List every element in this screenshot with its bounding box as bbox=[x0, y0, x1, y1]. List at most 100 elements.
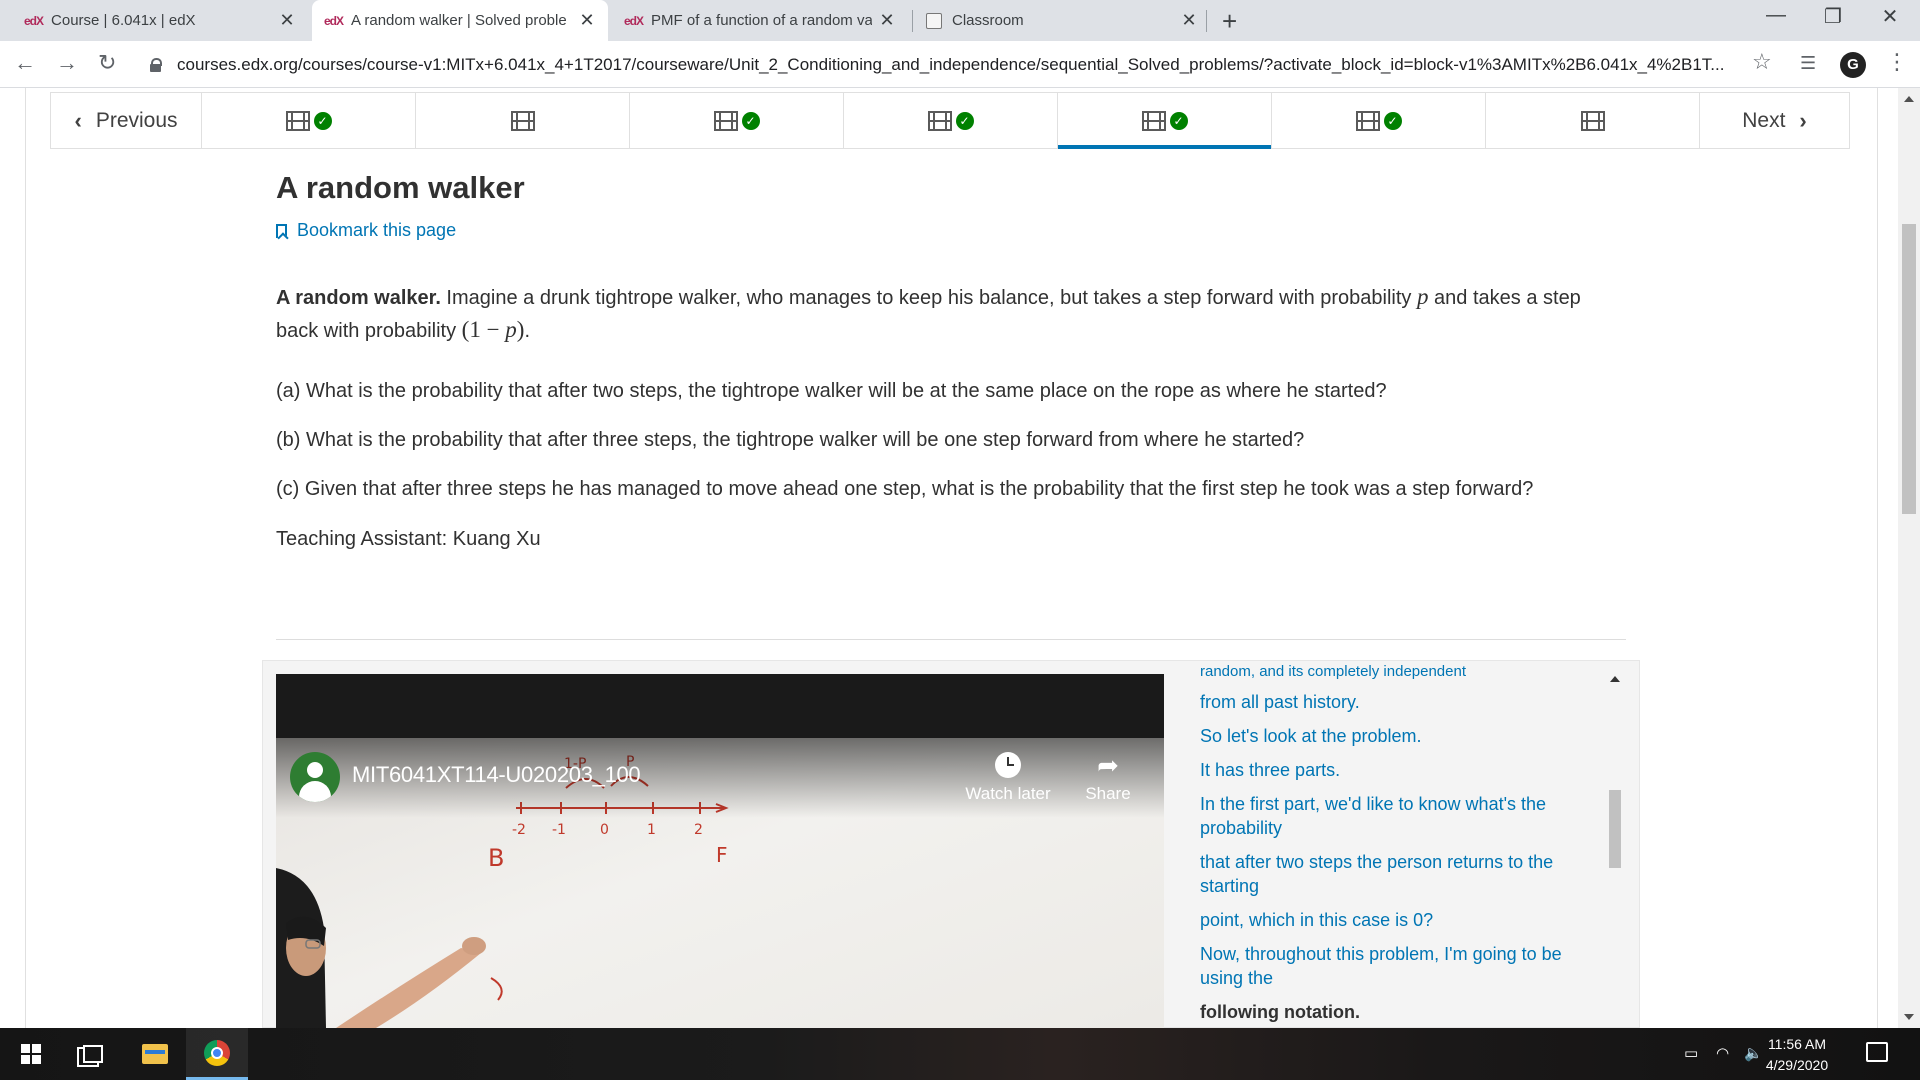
video-icon bbox=[1580, 110, 1605, 131]
video-icon bbox=[1355, 110, 1380, 131]
intro-text: . bbox=[524, 320, 531, 342]
menu-kebab-icon[interactable]: ⋮ bbox=[1886, 49, 1908, 75]
sequence-item-6[interactable]: ✓ bbox=[1271, 93, 1485, 148]
windows-logo-icon bbox=[21, 1044, 41, 1064]
transcript-line[interactable]: point, which in this case is 0? bbox=[1200, 908, 1592, 932]
transcript-line[interactable]: that after two steps the person returns … bbox=[1200, 850, 1592, 898]
next-label: Next bbox=[1742, 108, 1786, 132]
close-window-icon[interactable]: ✕ bbox=[1860, 4, 1920, 29]
clock-date: 4/29/2020 bbox=[1765, 1057, 1829, 1073]
math-one-minus-p: (1 − p) bbox=[461, 317, 525, 342]
question-a: (a) What is the probability that after t… bbox=[276, 380, 1387, 402]
edx-favicon: edX bbox=[324, 13, 344, 28]
transcript-line[interactable]: It has three parts. bbox=[1200, 758, 1592, 782]
transcript-scrollbar[interactable] bbox=[1606, 672, 1624, 1026]
transcript-line[interactable]: So let's look at the problem. bbox=[1200, 724, 1592, 748]
transcript-line[interactable]: Now, throughout this problem, I'm going … bbox=[1200, 942, 1592, 990]
sequence-item-3[interactable]: ✓ bbox=[629, 93, 843, 148]
extension-icon[interactable]: G bbox=[1840, 52, 1866, 78]
scrollbar-thumb[interactable] bbox=[1609, 790, 1621, 868]
task-view-button[interactable] bbox=[62, 1028, 124, 1080]
sequence-item-4[interactable]: ✓ bbox=[843, 93, 1057, 148]
scroll-down-icon[interactable] bbox=[1904, 1014, 1914, 1020]
clock-icon bbox=[995, 752, 1021, 778]
question-c: (c) Given that after three steps he has … bbox=[276, 478, 1534, 500]
tab-title: Course | 6.041x | edX bbox=[51, 12, 196, 29]
sequence-item-5-active[interactable]: ✓ bbox=[1057, 93, 1271, 149]
channel-avatar[interactable] bbox=[290, 752, 340, 802]
sequence-item-7[interactable] bbox=[1485, 93, 1699, 148]
video-icon bbox=[285, 110, 310, 131]
classroom-icon bbox=[926, 12, 942, 29]
task-view-icon bbox=[83, 1045, 103, 1063]
edx-favicon: edX bbox=[624, 13, 644, 28]
close-tab-icon[interactable]: ✕ bbox=[878, 10, 896, 31]
restore-icon[interactable]: ❐ bbox=[1803, 4, 1863, 29]
close-tab-icon[interactable]: ✕ bbox=[278, 10, 296, 31]
svg-text:1: 1 bbox=[647, 822, 656, 838]
forward-arrow-icon[interactable]: → bbox=[56, 50, 78, 76]
svg-text:2: 2 bbox=[694, 822, 703, 838]
close-tab-icon[interactable]: ✕ bbox=[578, 10, 596, 31]
transcript-line[interactable]: from all past history. bbox=[1200, 690, 1592, 714]
bookmark-label: Bookmark this page bbox=[297, 220, 457, 240]
chrome-taskbar-button[interactable] bbox=[186, 1028, 248, 1080]
video-icon bbox=[713, 110, 738, 131]
notification-icon[interactable] bbox=[1866, 1042, 1888, 1062]
browser-tab-classroom[interactable]: Classroom ✕ bbox=[914, 0, 1210, 41]
transcript-current-line[interactable]: following notation. bbox=[1200, 1000, 1592, 1024]
teaching-assistant: Teaching Assistant: Kuang Xu bbox=[276, 528, 541, 550]
url-field[interactable]: courses.edx.org/courses/course-v1:MITx+6… bbox=[150, 51, 1760, 79]
bookmark-star-icon[interactable]: ☆ bbox=[1752, 49, 1772, 75]
instructor-figure bbox=[276, 868, 486, 1028]
divider bbox=[276, 639, 1626, 640]
share-icon: ➦ bbox=[1097, 750, 1119, 780]
watch-later-button[interactable]: Watch later bbox=[960, 752, 1056, 804]
watch-later-label: Watch later bbox=[965, 784, 1051, 803]
completed-check-icon: ✓ bbox=[313, 111, 332, 130]
transcript-panel: random, and its completely independent f… bbox=[1186, 660, 1606, 1028]
transcript-line[interactable]: random, and its completely independent bbox=[1200, 660, 1466, 684]
problem-heading: A random walker. bbox=[276, 287, 441, 309]
bookmark-icon bbox=[276, 223, 287, 238]
battery-icon[interactable]: ▭ bbox=[1684, 1044, 1698, 1062]
browser-tab-random-walker[interactable]: edX A random walker | Solved proble ✕ bbox=[312, 0, 608, 41]
completed-check-icon: ✓ bbox=[1169, 111, 1188, 130]
windows-taskbar: ▭ ◠ 🔈 11:56 AM 4/29/2020 bbox=[0, 1028, 1920, 1080]
browser-tab-bar: edX Course | 6.041x | edX ✕ edX A random… bbox=[0, 0, 1920, 41]
svg-text:-1: -1 bbox=[552, 822, 566, 838]
tab-title: Classroom bbox=[952, 12, 1024, 29]
browser-tab-pmf[interactable]: edX PMF of a function of a random va ✕ bbox=[612, 0, 908, 41]
tab-separator bbox=[912, 10, 913, 32]
transcript-line[interactable]: In the first part, we'd like to know wha… bbox=[1200, 792, 1592, 840]
share-button[interactable]: ➦ Share bbox=[1060, 752, 1156, 804]
scroll-up-icon[interactable] bbox=[1610, 676, 1620, 682]
address-bar-row: ← → ↻ courses.edx.org/courses/course-v1:… bbox=[0, 41, 1920, 88]
next-button[interactable]: Next › bbox=[1699, 93, 1849, 148]
back-arrow-icon[interactable]: ← bbox=[14, 50, 36, 76]
start-button[interactable] bbox=[0, 1028, 62, 1080]
close-tab-icon[interactable]: ✕ bbox=[1180, 10, 1198, 31]
scroll-up-icon[interactable] bbox=[1904, 96, 1914, 102]
bookmark-button[interactable]: Bookmark this page bbox=[276, 220, 1626, 241]
wifi-icon[interactable]: ◠ bbox=[1716, 1044, 1729, 1062]
reload-icon[interactable]: ↻ bbox=[98, 50, 116, 76]
media-control-icon[interactable]: ☰ bbox=[1800, 53, 1816, 74]
sequence-item-1[interactable]: ✓ bbox=[201, 93, 415, 148]
scrollbar-thumb[interactable] bbox=[1902, 224, 1916, 514]
previous-button[interactable]: ‹ Previous bbox=[51, 93, 201, 148]
new-tab-icon[interactable]: + bbox=[1222, 6, 1237, 37]
video-player[interactable]: -2 -1 0 1 2 1-P P F B MIT6041XT114-U0202… bbox=[276, 674, 1164, 1028]
sequence-item-2[interactable] bbox=[415, 93, 629, 148]
system-clock[interactable]: 11:56 AM 4/29/2020 bbox=[1752, 1034, 1842, 1076]
tab-title: PMF of a function of a random va bbox=[651, 12, 872, 29]
browser-tab-course[interactable]: edX Course | 6.041x | edX ✕ bbox=[12, 0, 308, 41]
completed-check-icon: ✓ bbox=[955, 111, 974, 130]
svg-text:0: 0 bbox=[600, 822, 609, 838]
intro-text: Imagine a drunk tightrope walker, who ma… bbox=[440, 287, 1417, 309]
video-icon bbox=[927, 110, 952, 131]
minimize-icon[interactable]: — bbox=[1746, 4, 1806, 27]
file-explorer-button[interactable] bbox=[124, 1028, 186, 1080]
page-scrollbar[interactable] bbox=[1898, 88, 1920, 1028]
video-title[interactable]: MIT6041XT114-U020203_100 bbox=[352, 762, 641, 788]
